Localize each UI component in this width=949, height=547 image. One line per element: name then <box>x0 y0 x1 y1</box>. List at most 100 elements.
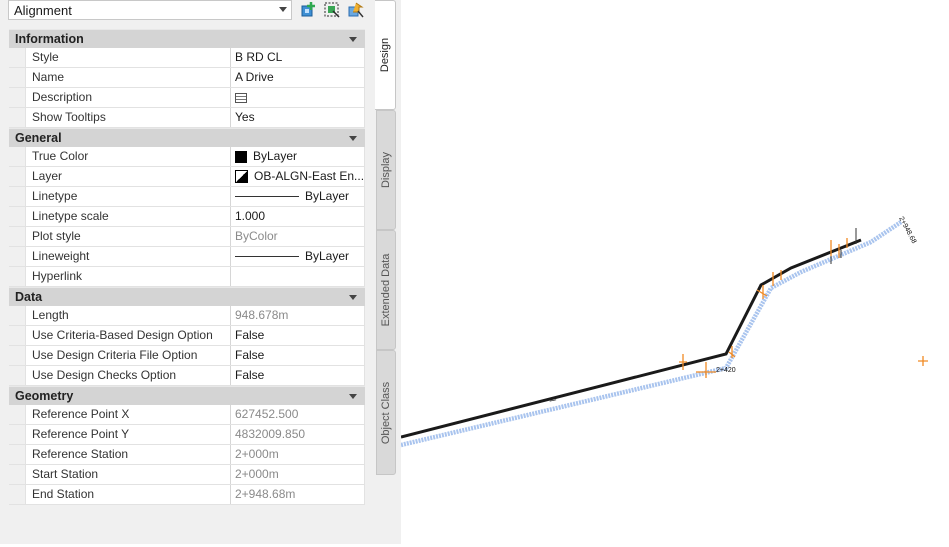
property-row[interactable]: Linetype ByLayer <box>9 187 365 207</box>
collapse-icon[interactable] <box>349 295 357 300</box>
property-name: Linetype <box>25 187 231 206</box>
property-name: Style <box>25 48 231 67</box>
property-row[interactable]: Lineweight ByLayer <box>9 247 365 267</box>
category-information: Information Style B RD CL Name A Drive D… <box>9 29 365 128</box>
collapse-icon[interactable] <box>349 394 357 399</box>
property-name: Reference Point X <box>25 405 231 424</box>
property-name: Linetype scale <box>25 207 231 226</box>
property-row[interactable]: Linetype scale 1.000 <box>9 207 365 227</box>
property-row[interactable]: Plot style ByColor <box>9 227 365 247</box>
category-header[interactable]: General <box>9 128 365 147</box>
property-value-true-color[interactable]: ByLayer <box>231 147 365 166</box>
property-name: Hyperlink <box>25 267 231 286</box>
tab-object-class[interactable]: Object Class <box>376 350 396 475</box>
collapse-icon[interactable] <box>349 37 357 42</box>
palette-tabs: Design Display Extended Data Object Clas… <box>375 0 401 544</box>
toggle-pickadd-icon[interactable] <box>347 1 365 19</box>
property-name: End Station <box>25 485 231 504</box>
category-title: Geometry <box>15 389 74 403</box>
property-name: Use Design Checks Option <box>25 366 231 385</box>
property-name: Use Design Criteria File Option <box>25 346 231 365</box>
tab-extended-data[interactable]: Extended Data <box>376 230 396 350</box>
property-value-criteria-based[interactable]: False <box>231 326 365 345</box>
property-row[interactable]: Use Criteria-Based Design Option False <box>9 326 365 346</box>
property-row[interactable]: Description <box>9 88 365 108</box>
property-value-linetype[interactable]: ByLayer <box>231 187 365 206</box>
tab-display[interactable]: Display <box>376 110 396 230</box>
drawing-canvas[interactable]: 2+948.68 2+420 | <box>400 0 949 544</box>
properties-panel: Alignment Information Style B RD CL Name… <box>0 0 375 544</box>
property-value-layer[interactable]: OB-ALGN-East En... <box>231 167 365 186</box>
color-swatch-icon <box>235 150 247 163</box>
property-name: Start Station <box>25 465 231 484</box>
property-value-end-station: 2+948.68m <box>231 485 365 504</box>
category-header[interactable]: Geometry <box>9 386 365 405</box>
property-row[interactable]: Reference Station 2+000m <box>9 445 365 465</box>
category-header[interactable]: Information <box>9 29 365 48</box>
property-row[interactable]: Use Design Criteria File Option False <box>9 346 365 366</box>
property-value-lineweight[interactable]: ByLayer <box>231 247 365 266</box>
tab-design[interactable]: Design <box>375 0 396 110</box>
category-title: Information <box>15 32 84 46</box>
property-name: Use Criteria-Based Design Option <box>25 326 231 345</box>
property-value-linetype-scale[interactable]: 1.000 <box>231 207 365 226</box>
label-mid-station: | <box>549 399 556 402</box>
property-name: Plot style <box>25 227 231 246</box>
property-row[interactable]: Style B RD CL <box>9 48 365 68</box>
property-name: True Color <box>25 147 231 166</box>
drawing-svg[interactable]: 2+948.68 2+420 | <box>400 0 949 544</box>
label-end-station: 2+948.68 <box>897 216 917 245</box>
category-data: Data Length 948.678m Use Criteria-Based … <box>9 287 365 386</box>
property-value-length: 948.678m <box>231 306 365 325</box>
property-name: Show Tooltips <box>25 108 231 127</box>
chevron-down-icon[interactable] <box>279 7 287 12</box>
layer-icon <box>235 170 248 183</box>
lineweight-preview-icon <box>235 256 299 257</box>
label-station-2420: 2+420 <box>716 367 736 374</box>
property-row[interactable]: Reference Point Y 4832009.850 <box>9 425 365 445</box>
property-row[interactable]: Layer OB-ALGN-East En... <box>9 167 365 187</box>
property-row[interactable]: Reference Point X 627452.500 <box>9 405 365 425</box>
property-row[interactable]: Start Station 2+000m <box>9 465 365 485</box>
property-value-hyperlink[interactable] <box>231 267 365 286</box>
property-name: Length <box>25 306 231 325</box>
property-name: Layer <box>25 167 231 186</box>
property-name: Lineweight <box>25 247 231 266</box>
property-grid: Information Style B RD CL Name A Drive D… <box>9 29 365 505</box>
property-value-ref-point-x: 627452.500 <box>231 405 365 424</box>
property-name: Name <box>25 68 231 87</box>
linetype-preview-icon <box>235 196 299 197</box>
property-row[interactable]: Show Tooltips Yes <box>9 108 365 128</box>
property-value-show-tooltips[interactable]: Yes <box>231 108 365 127</box>
category-title: General <box>15 131 62 145</box>
property-name: Description <box>25 88 231 107</box>
property-value-name[interactable]: A Drive <box>231 68 365 87</box>
category-title: Data <box>15 290 43 304</box>
property-row[interactable]: Length 948.678m <box>9 306 365 326</box>
object-type-dropdown[interactable]: Alignment <box>8 0 292 20</box>
object-toolbar: Alignment <box>0 0 375 24</box>
property-value-plot-style: ByColor <box>231 227 365 246</box>
property-value-criteria-file[interactable]: False <box>231 346 365 365</box>
property-value-style[interactable]: B RD CL <box>231 48 365 67</box>
object-type-value: Alignment <box>14 3 72 18</box>
collapse-icon[interactable] <box>349 136 357 141</box>
property-value-description[interactable] <box>231 88 365 107</box>
property-name: Reference Point Y <box>25 425 231 444</box>
category-geometry: Geometry Reference Point X 627452.500 Re… <box>9 386 365 505</box>
category-general: General True Color ByLayer Layer OB-ALGN… <box>9 128 365 287</box>
property-row[interactable]: Use Design Checks Option False <box>9 366 365 386</box>
property-row[interactable]: Name A Drive <box>9 68 365 88</box>
property-row[interactable]: True Color ByLayer <box>9 147 365 167</box>
property-name: Reference Station <box>25 445 231 464</box>
property-row[interactable]: End Station 2+948.68m <box>9 485 365 505</box>
description-editor-icon[interactable] <box>235 92 247 103</box>
property-value-ref-point-y: 4832009.850 <box>231 425 365 444</box>
alignment-line <box>400 238 862 439</box>
select-objects-icon[interactable] <box>323 1 341 19</box>
quick-select-icon[interactable] <box>300 1 318 19</box>
property-value-ref-station: 2+000m <box>231 445 365 464</box>
property-row[interactable]: Hyperlink <box>9 267 365 287</box>
property-value-design-checks[interactable]: False <box>231 366 365 385</box>
category-header[interactable]: Data <box>9 287 365 306</box>
